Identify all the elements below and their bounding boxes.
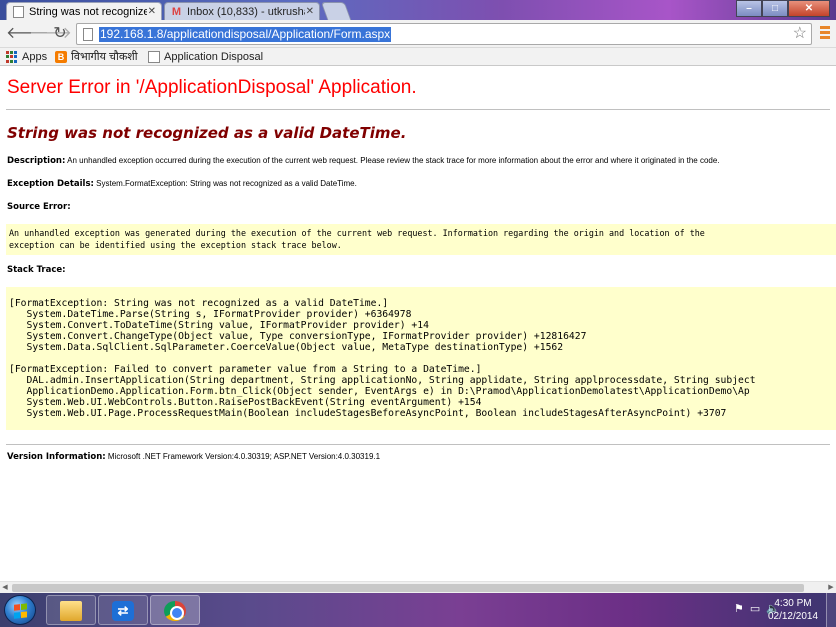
- bookmark-star-icon[interactable]: ☆: [793, 25, 807, 43]
- description-text: An unhandled exception occurred during t…: [65, 156, 720, 165]
- window-controls: – □ ✕: [736, 0, 830, 18]
- folder-icon: [60, 601, 82, 621]
- tab-close-icon[interactable]: ✕: [148, 3, 156, 20]
- taskbar-chrome[interactable]: [150, 595, 200, 625]
- stack-spacer: [9, 353, 836, 364]
- stack-line: System.Convert.ToDateTime(String value, …: [9, 320, 429, 331]
- description: Description: An unhandled exception occu…: [7, 156, 720, 166]
- teamviewer-icon: ⇄: [112, 601, 134, 621]
- bookmark-application-disposal[interactable]: Application Disposal: [148, 50, 263, 64]
- exception-label: Exception Details:: [7, 179, 94, 189]
- stack-line: System.Convert.ChangeType(Object value, …: [9, 331, 587, 342]
- bookmark-vibhagiya-chaukashi[interactable]: B विभागीय चौकशी: [55, 50, 138, 64]
- description-label: Description:: [7, 156, 66, 166]
- version-information: Version Information: Microsoft .NET Fram…: [7, 452, 380, 462]
- stack-trace-heading: Stack Trace:: [7, 265, 66, 275]
- clock-date: 02/12/2014: [767, 611, 819, 622]
- new-tab-button[interactable]: [320, 2, 352, 20]
- stack-trace-label: Stack Trace:: [7, 265, 66, 275]
- tab-label: String was not recognized: [29, 6, 147, 18]
- flag-icon[interactable]: ⚑: [734, 602, 744, 615]
- browser-title-bar: String was not recognized ✕ M Inbox (10,…: [0, 0, 836, 20]
- gmail-icon: M: [171, 6, 182, 18]
- taskbar-file-explorer[interactable]: [46, 595, 96, 625]
- bookmark-apps[interactable]: Apps: [6, 50, 47, 64]
- forward-arrow-icon[interactable]: 🡒: [29, 25, 72, 43]
- error-subtitle: String was not recognized as a valid Dat…: [7, 124, 407, 142]
- show-desktop-button[interactable]: [826, 593, 836, 627]
- chrome-menu-icon[interactable]: [820, 26, 830, 40]
- stack-line: [FormatException: Failed to convert para…: [9, 364, 482, 375]
- url-text[interactable]: 192.168.1.8/applicationdisposal/Applicat…: [99, 27, 392, 42]
- source-error-box: An unhandled exception was generated dur…: [6, 224, 836, 255]
- chrome-icon: [164, 601, 186, 621]
- page-title: Server Error in '/ApplicationDisposal' A…: [7, 77, 417, 98]
- page-icon: [13, 6, 24, 18]
- tab-error-page[interactable]: String was not recognized ✕: [6, 2, 162, 20]
- source-error-line: exception can be identified using the ex…: [9, 240, 342, 250]
- horizontal-scrollbar[interactable]: ◀ ▶: [0, 581, 836, 593]
- blogger-icon: B: [55, 51, 67, 63]
- divider: [6, 444, 830, 445]
- source-error-label: Source Error:: [7, 202, 71, 212]
- windows-taskbar: ⇄ ⚑ ▭ 🔈 4:30 PM 02/12/2014: [0, 593, 836, 627]
- scroll-left-icon[interactable]: ◀: [0, 582, 10, 593]
- page-content: Server Error in '/ApplicationDisposal' A…: [0, 67, 836, 581]
- stack-line: System.Web.UI.Page.ProcessRequestMain(Bo…: [9, 408, 727, 419]
- page-icon: [83, 28, 93, 41]
- bookmark-label: Apps: [22, 51, 48, 63]
- minimize-button[interactable]: –: [736, 0, 762, 17]
- close-button[interactable]: ✕: [788, 0, 830, 17]
- network-icon[interactable]: ▭: [750, 602, 760, 615]
- stack-line: DAL.admin.InsertApplication(String depar…: [9, 375, 756, 386]
- bookmark-label: Application Disposal: [164, 51, 264, 63]
- reload-icon[interactable]: ↻: [51, 25, 69, 43]
- browser-toolbar: 🡐 🡒 ↻ 192.168.1.8/applicationdisposal/Ap…: [0, 20, 836, 48]
- stack-trace-box: [FormatException: String was not recogni…: [6, 287, 836, 430]
- tab-label: Inbox (10,833) - utkrushat: [187, 6, 305, 18]
- version-text: Microsoft .NET Framework Version:4.0.303…: [105, 452, 381, 461]
- stack-line: [FormatException: String was not recogni…: [9, 298, 389, 309]
- start-button[interactable]: [4, 595, 36, 625]
- back-arrow-icon[interactable]: 🡐: [6, 25, 49, 43]
- source-error-heading: Source Error:: [7, 202, 71, 212]
- exception-text: System.FormatException: String was not r…: [93, 179, 357, 188]
- stack-line: System.Web.UI.WebControls.Button.RaisePo…: [9, 397, 482, 408]
- taskbar-clock[interactable]: 4:30 PM 02/12/2014: [764, 597, 822, 623]
- apps-grid-icon: [6, 51, 18, 63]
- stack-line: ApplicationDemo.Application.Form.btn_Cli…: [9, 386, 750, 397]
- scroll-right-icon[interactable]: ▶: [826, 582, 836, 593]
- divider: [6, 109, 830, 110]
- tab-inbox[interactable]: M Inbox (10,833) - utkrushat ✕: [164, 2, 320, 20]
- exception-details: Exception Details: System.FormatExceptio…: [7, 179, 357, 189]
- tab-close-icon[interactable]: ✕: [306, 3, 314, 20]
- scrollbar-thumb[interactable]: [12, 584, 804, 592]
- version-label: Version Information:: [7, 452, 106, 462]
- source-error-line: An unhandled exception was generated dur…: [9, 228, 705, 238]
- bookmarks-bar: Apps B विभागीय चौकशी Application Disposa…: [0, 48, 836, 66]
- stack-line: System.DateTime.Parse(String s, IFormatP…: [9, 309, 412, 320]
- clock-time: 4:30 PM: [774, 598, 812, 609]
- taskbar-teamviewer[interactable]: ⇄: [98, 595, 148, 625]
- address-bar[interactable]: 192.168.1.8/applicationdisposal/Applicat…: [76, 23, 812, 45]
- maximize-button[interactable]: □: [762, 0, 788, 17]
- windows-logo-icon: [14, 603, 28, 619]
- bookmark-label: विभागीय चौकशी: [71, 51, 138, 63]
- page-icon: [148, 51, 160, 63]
- stack-line: System.Data.SqlClient.SqlParameter.Coerc…: [9, 342, 564, 353]
